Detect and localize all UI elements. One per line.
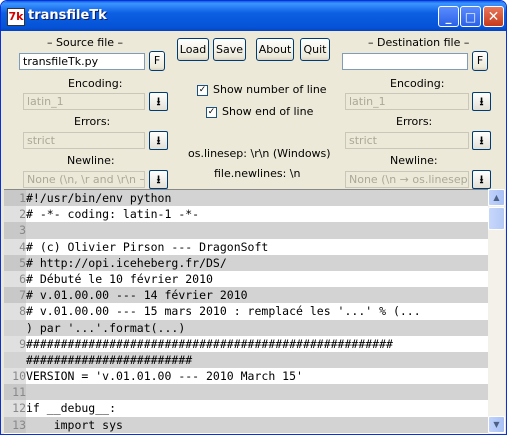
code-line: 7# v.01.00.00 --- 14 février 2010 — [4, 287, 488, 304]
close-button[interactable]: ✕ — [483, 6, 504, 27]
show-end-checkbox[interactable]: ✓ — [206, 107, 217, 118]
source-errors-download-icon[interactable]: ⭳ — [149, 131, 168, 150]
app-icon: 7k — [7, 8, 25, 26]
line-number: 6 — [4, 270, 26, 288]
destination-newline-label: Newline: — [390, 154, 438, 167]
line-number: 13 — [4, 416, 26, 433]
line-text: # v.01.00.00 --- 15 mars 2010 : remplacé… — [26, 304, 421, 319]
file-newlines-text: file.newlines: \n — [214, 167, 301, 180]
destination-file-header: – Destination file – — [368, 36, 470, 49]
show-number-label: Show number of line — [213, 83, 327, 96]
line-number: 1 — [4, 190, 26, 207]
line-text: # -*- coding: latin-1 -*- — [26, 207, 200, 222]
about-button[interactable]: About — [256, 38, 294, 61]
code-text-area[interactable]: 1#!/usr/bin/env python 2# -*- coding: lat… — [4, 189, 488, 434]
line-number: 9 — [4, 335, 26, 352]
destination-file-browse-button[interactable]: F — [472, 51, 488, 71]
line-number: 8 — [4, 303, 26, 320]
destination-encoding-field[interactable]: latin_1 — [345, 93, 469, 110]
source-newline-field[interactable]: None (\n, \r and \r\n → \n) — [23, 171, 145, 188]
scrollbar-thumb[interactable] — [488, 207, 505, 230]
destination-file-input[interactable] — [342, 53, 468, 70]
destination-encoding-label: Encoding: — [390, 77, 445, 90]
source-errors-label: Errors: — [74, 115, 111, 128]
destination-newline-download-icon[interactable]: ⭳ — [472, 170, 491, 189]
show-number-checkbox[interactable]: ✓ — [197, 85, 208, 96]
code-line: 2# -*- coding: latin-1 -*- — [4, 206, 488, 223]
source-encoding-field[interactable]: latin_1 — [23, 93, 145, 110]
line-text: ) par '...'.format(...) — [26, 320, 186, 335]
destination-errors-field[interactable]: strict — [345, 132, 469, 149]
line-text: #!/usr/bin/env python — [26, 191, 172, 205]
code-line: ) par '...'.format(...) — [4, 319, 488, 336]
line-number: 5 — [4, 254, 26, 271]
source-newline-download-icon[interactable]: ⭳ — [149, 170, 168, 189]
line-number: 2 — [4, 206, 26, 223]
os-linesep-text: os.linesep: \r\n (Windows) — [188, 147, 331, 160]
title-bar[interactable]: 7k transfileTk _ □ ✕ — [1, 1, 506, 31]
line-number: 11 — [4, 384, 26, 401]
line-text: # (c) Olivier Pirson --- DragonSoft — [26, 239, 269, 254]
source-encoding-download-icon[interactable]: ⭳ — [149, 92, 168, 111]
destination-newline-field[interactable]: None (\n → os.linesep) — [345, 171, 469, 188]
code-line: 10VERSION = 'v.01.01.00 --- 2010 March 1… — [4, 368, 488, 385]
code-line: 9#######################################… — [4, 335, 488, 352]
line-text: # Débuté le 10 février 2010 — [26, 271, 213, 286]
code-line: 4# (c) Olivier Pirson --- DragonSoft — [4, 238, 488, 255]
load-button[interactable]: Load — [177, 38, 209, 61]
scroll-up-button[interactable]: ▲ — [488, 189, 505, 206]
destination-encoding-download-icon[interactable]: ⭳ — [472, 92, 491, 111]
line-number: 3 — [4, 222, 26, 239]
maximize-button[interactable]: □ — [460, 6, 481, 27]
vertical-scrollbar[interactable]: ▲ ▼ — [488, 189, 505, 434]
code-line: ######################## — [4, 351, 488, 369]
source-encoding-label: Encoding: — [68, 77, 123, 90]
line-text: import sys — [26, 417, 123, 432]
minimize-button[interactable]: _ — [438, 6, 459, 27]
line-text: # v.01.00.00 --- 14 février 2010 — [26, 288, 248, 303]
line-text: VERSION = 'v.01.01.00 --- 2010 March 15' — [26, 369, 303, 384]
line-number: 4 — [4, 238, 26, 255]
line-number: 10 — [4, 368, 26, 385]
line-text: ########################################… — [26, 336, 393, 351]
code-line: 5# http://opi.iceheberg.fr/DS/ — [4, 254, 488, 271]
line-text: ######################## — [26, 352, 193, 367]
line-number: 7 — [4, 287, 26, 304]
scroll-down-button[interactable]: ▼ — [488, 416, 505, 433]
code-line: 6# Débuté le 10 février 2010 — [4, 270, 488, 288]
source-errors-field[interactable]: strict — [23, 132, 145, 149]
save-button[interactable]: Save — [213, 38, 246, 61]
destination-errors-download-icon[interactable]: ⭳ — [472, 131, 491, 150]
destination-errors-label: Errors: — [396, 115, 433, 128]
window-title: transfileTk — [28, 8, 107, 23]
source-file-browse-button[interactable]: F — [149, 51, 165, 71]
code-line: 13 import sys — [4, 416, 488, 433]
source-newline-label: Newline: — [67, 154, 115, 167]
line-text: # http://opi.iceheberg.fr/DS/ — [26, 255, 227, 270]
source-file-input[interactable]: transfileTk.py — [19, 53, 145, 70]
line-number: 12 — [4, 400, 26, 417]
code-line: 12if __debug__: — [4, 400, 488, 417]
code-line: 1#!/usr/bin/env python — [4, 190, 488, 207]
show-end-label: Show end of line — [222, 105, 314, 118]
code-line: 8# v.01.00.00 --- 15 mars 2010 : remplac… — [4, 303, 488, 320]
app-window: 7k transfileTk _ □ ✕ – Source file – tra… — [0, 0, 507, 435]
code-line: 11 — [4, 384, 488, 401]
code-line: 3 — [4, 222, 488, 239]
line-text: if __debug__: — [26, 401, 117, 416]
source-file-header: – Source file – — [47, 36, 124, 49]
quit-button[interactable]: Quit — [300, 38, 330, 61]
